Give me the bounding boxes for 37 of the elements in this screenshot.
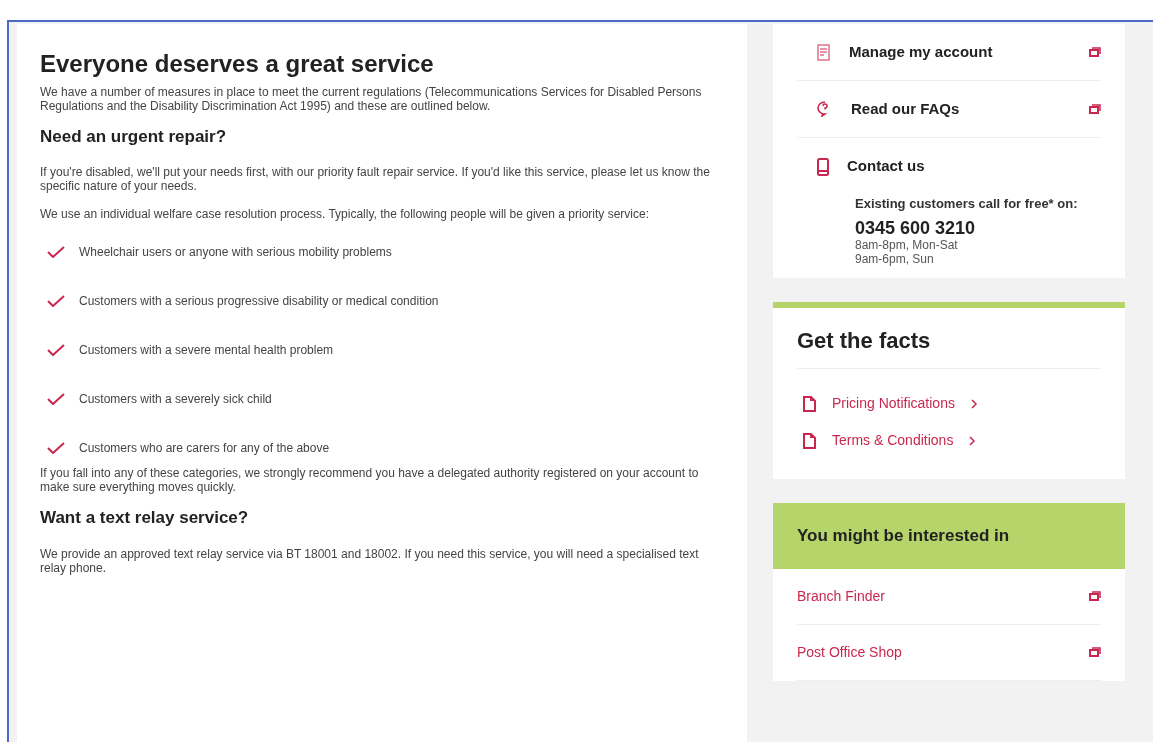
check-icon (47, 343, 65, 356)
document-icon (817, 43, 831, 61)
paragraph: If you fall into any of these categories, we strongly recommend you have a delegated authority registered on your account to make sure everything moves quickly. (40, 466, 700, 495)
check-icon (47, 392, 65, 405)
quick-link[interactable]: Manage my account (849, 40, 1071, 64)
chevron-right-icon (969, 435, 977, 446)
phone-icon (817, 157, 829, 176)
quick-link[interactable]: Contact us (847, 155, 1101, 178)
list-item: Customers with a serious progressive disability or medical condition (79, 292, 439, 310)
list-item: Customers who are carers for any of the above (79, 439, 330, 457)
paragraph: We have a number of measures in place to meet the current regulations (Telecommunications Services for Disabled Persons Regulations and the Disability Discrimination Act 1995) and these are outlined below. (40, 84, 703, 113)
paragraph: We provide an approved text relay service via BT 18001 and 18002. If you need this service, you will need a specialised text relay phone. (40, 546, 700, 575)
card-title: Get the facts (797, 328, 1101, 370)
list-item: Wheelchair users or anyone with serious mobility problems (79, 243, 392, 261)
phone-number: 0345 600 3210 (855, 218, 977, 238)
chevron-right-icon (970, 398, 978, 409)
paragraph: If you're disabled, we'll put your needs first, with our priority fault repair service. If you'd like this service, please let us know the specific nature of your needs. (40, 165, 711, 194)
list-item: Customers with a severely sick child (79, 390, 272, 408)
section-heading: Want a text relay service? (40, 508, 250, 529)
quick-link[interactable]: Read our FAQs (851, 97, 1071, 121)
contact-note: Existing customers call for free* on: (855, 195, 1079, 212)
check-icon (47, 441, 65, 454)
card-header: You might be interested in (773, 503, 1125, 569)
related-link[interactable]: Branch Finder (797, 568, 1101, 625)
check-icon (47, 294, 65, 307)
check-icon (47, 245, 65, 258)
paragraph: We use an individual welfare case resolution process. Typically, the following people will be given a priority service: (40, 207, 650, 222)
document-link[interactable]: Pricing Notifications (797, 385, 978, 423)
list-item: Customers with a severe mental health problem (79, 341, 334, 359)
opening-hours: 9am-6pm, Sun (855, 252, 935, 266)
section-heading: Need an urgent repair? (40, 126, 228, 148)
related-link[interactable]: Post Office Shop (797, 624, 1101, 681)
page-title: Everyone deserves a great service (40, 50, 435, 79)
document-link[interactable]: Terms & Conditions (797, 422, 977, 460)
document-icon (803, 432, 816, 449)
document-icon (803, 395, 816, 412)
opening-hours: 8am-8pm, Mon-Sat (855, 238, 959, 252)
